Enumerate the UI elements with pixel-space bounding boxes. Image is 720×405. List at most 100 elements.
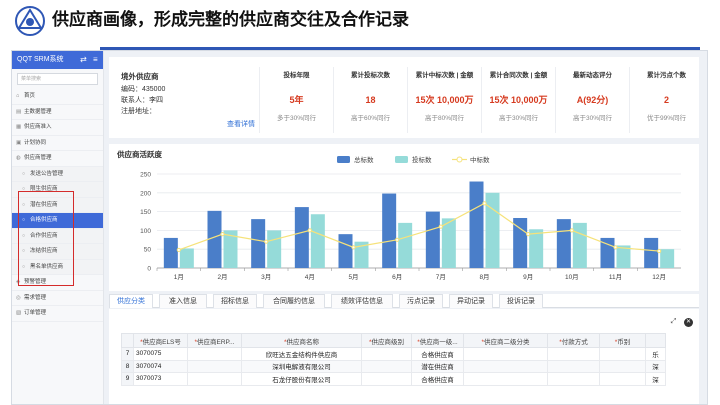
sidebar-item[interactable]: ◎ 需求管理: [12, 291, 103, 306]
table-cell: [463, 372, 548, 386]
metric-value: 5年: [289, 95, 304, 105]
table-cell: 合格供应商: [411, 347, 464, 361]
tab[interactable]: 异动记录: [449, 294, 493, 308]
sidebar-item[interactable]: ▤ 主数据管理: [12, 105, 103, 120]
metric-label: 累计中标次数 | 金额: [415, 72, 474, 79]
requirement-icon: ◎: [16, 294, 21, 301]
line-point: [657, 248, 662, 254]
view-details-link[interactable]: 查看详情: [227, 119, 255, 129]
table-cell: [599, 359, 646, 373]
line-point: [569, 228, 574, 233]
tab[interactable]: 绩效评估信息: [331, 294, 393, 308]
tab[interactable]: 招标信息: [213, 294, 257, 308]
column-header[interactable]: *供应商ELS号: [133, 333, 188, 348]
tab[interactable]: 污点记录: [399, 294, 443, 308]
column-header[interactable]: *供应商级别: [361, 333, 412, 348]
metric-sub: 高于30%同行: [572, 115, 612, 122]
calendar-icon: ▣: [16, 139, 22, 146]
table-cell: [361, 347, 412, 361]
bar: [382, 193, 397, 268]
bar: [556, 219, 571, 268]
legend-label: 总标数: [354, 155, 374, 164]
users-icon: ◍: [16, 155, 21, 161]
column-header[interactable]: *供应商名称: [241, 333, 362, 348]
x-tick-label: 11月: [609, 273, 622, 281]
column-header-label: 供应商ELS号: [142, 338, 181, 346]
column-header-label: 付款方式: [561, 338, 588, 346]
metric-value: A(92分): [576, 95, 609, 105]
sidebar-item[interactable]: ⌂ 首页: [12, 89, 103, 105]
home-icon: ⌂: [16, 93, 20, 99]
line-point: [220, 232, 225, 237]
metric-value: 18: [365, 95, 376, 105]
table-cell: 3070073: [133, 372, 188, 386]
tab[interactable]: 供应分类: [109, 294, 153, 308]
bar: [572, 222, 587, 268]
sidebar-item-label: 需求管理: [24, 294, 47, 301]
line-point: [613, 245, 618, 250]
table-cell: [547, 359, 600, 373]
x-tick-label: 3月: [261, 273, 271, 281]
table-cell: 深圳电解液有限公司: [241, 359, 362, 373]
column-header[interactable]: *供应商ERP...: [187, 333, 242, 348]
column-header[interactable]: *币别: [599, 333, 646, 348]
menu-icon[interactable]: ≡: [93, 51, 98, 69]
table-cell: 合格供应商: [411, 372, 464, 386]
table-row[interactable]: 7 3070075 欣旺达五金结构件供应商 合格供应商 乐: [121, 347, 666, 361]
app-name: QQT SRM系统: [17, 56, 64, 63]
bar: [338, 234, 353, 268]
swap-icon[interactable]: ⇄: [80, 51, 87, 69]
sidebar-item[interactable]: ▣ 计划协同: [12, 136, 103, 151]
clipboard-icon: ▦: [16, 124, 22, 130]
legend-label: 中标数: [470, 155, 490, 164]
expand-icon[interactable]: ⤢: [669, 317, 678, 326]
tab[interactable]: 准入信息: [159, 294, 207, 308]
column-header-label: 币别: [617, 338, 631, 346]
table-cell: 3070074: [133, 359, 188, 373]
order-icon: ▧: [16, 310, 22, 316]
sidebar-item[interactable]: ▧ 订单管理: [12, 306, 103, 322]
x-tick-label: 6月: [392, 273, 402, 281]
metric-card: 累计合同次数 | 金额 15次 10,000万 高于30%同行: [481, 67, 555, 133]
metric-value: 15次 10,000万: [489, 95, 548, 105]
menu-search-input[interactable]: 菜单搜索: [17, 73, 98, 85]
table-row[interactable]: 9 3070073 石龙仔股份有限公司 合格供应商 深: [121, 372, 666, 386]
column-header[interactable]: *供应商一级...: [411, 333, 464, 348]
slide-title: 供应商画像，形成完整的供应商交往及合作记录: [52, 10, 409, 29]
metric-card: 最新动态评分 A(92分) 高于30%同行: [555, 67, 629, 133]
table-cell: [361, 359, 412, 373]
line-point: [264, 239, 269, 244]
bar: [310, 214, 325, 268]
legend-label: 投标数: [412, 155, 432, 164]
y-tick-label: 200: [140, 190, 151, 197]
close-icon[interactable]: ✕: [684, 318, 693, 327]
x-tick-label: 1月: [174, 273, 184, 281]
main-content: 境外供应商 编码：435000 联系人：李四 注册地址： 查看详情 投标年限 5年…: [107, 51, 707, 404]
metric-label: 投标年限: [283, 72, 310, 79]
tab[interactable]: 合同履约信息: [263, 294, 325, 308]
table-row[interactable]: 8 3070074 深圳电解液有限公司 潜在供应商 深: [121, 359, 666, 373]
supplier-grid-card: ⤢ ✕ *供应商ELS号 *供应商ERP... *供应商名称 *供应商级别 *供应商一级…: [109, 309, 699, 404]
sidebar-item[interactable]: ◍ 供应商管理: [12, 151, 103, 167]
column-header[interactable]: *供应商二级分类: [463, 333, 548, 348]
sidebar-item[interactable]: ○ 发送公告管理: [12, 166, 103, 182]
tab[interactable]: 投诉记录: [499, 294, 543, 308]
line-point: [395, 237, 400, 242]
legend-swatch-dot: [456, 156, 463, 163]
legend-swatch: [395, 156, 408, 163]
column-header[interactable]: [645, 333, 666, 348]
metric-label: 累计合同次数 | 金额: [489, 72, 548, 79]
y-tick-label: 0: [147, 266, 151, 273]
row-number-header: [121, 333, 134, 348]
table-cell: 欣旺达五金结构件供应商: [241, 347, 362, 361]
metric-card: 投标年限 5年 多于30%同行: [259, 67, 333, 133]
bar: [398, 222, 413, 268]
x-tick-label: 10月: [565, 273, 579, 281]
column-header-label: 供应商级别: [371, 338, 405, 346]
sidebar-item[interactable]: ▦ 供应商准入: [12, 120, 103, 136]
bar: [267, 230, 282, 268]
column-header[interactable]: *付款方式: [547, 333, 600, 348]
table-cell: [547, 372, 600, 386]
x-tick-label: 7月: [436, 273, 446, 281]
table-cell: 3070075: [133, 347, 188, 361]
